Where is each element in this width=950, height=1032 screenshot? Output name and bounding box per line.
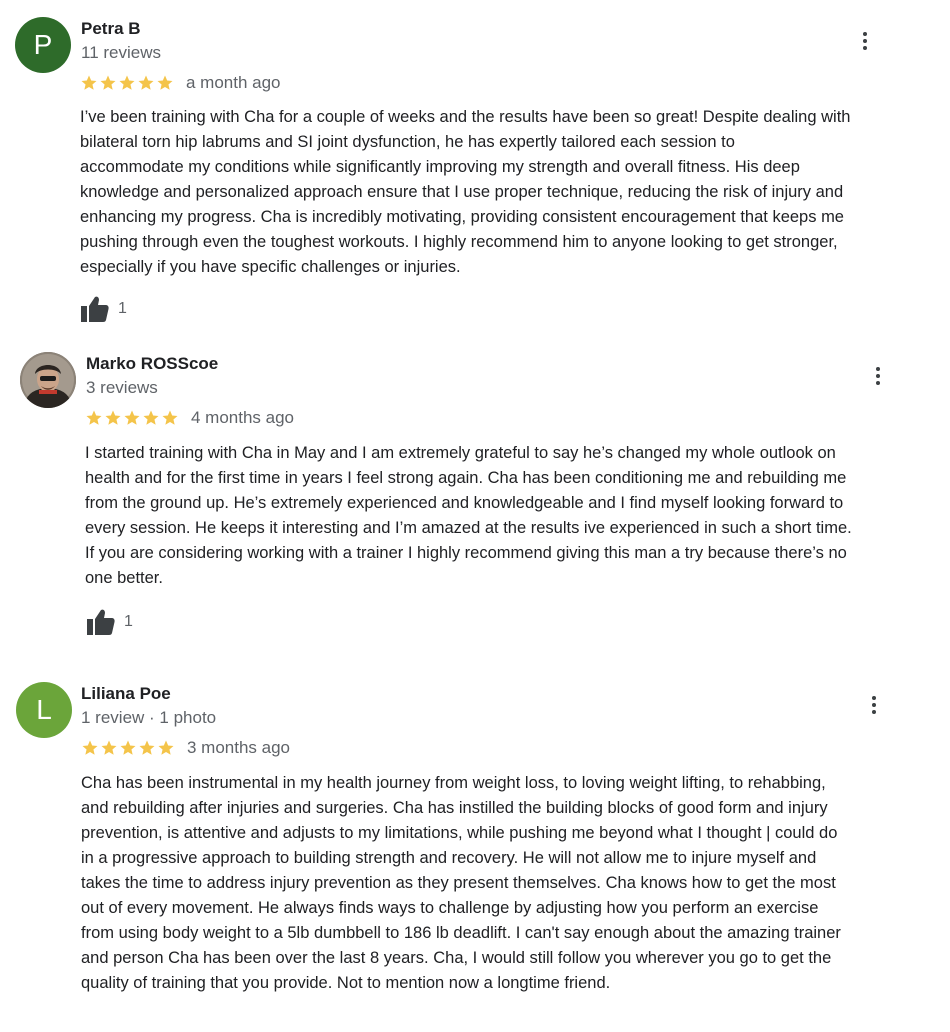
review-time: 3 months ago [187,738,291,757]
star-icon [138,75,154,90]
reviewer-name[interactable]: Marko ROSScoe [86,354,218,374]
reviewer-name[interactable]: Petra B [81,19,141,39]
more-vert-icon [863,32,867,36]
reviewer-meta: 3 reviews [86,378,158,397]
thumb-up-icon [87,609,115,635]
rating-row: 3 months ago [81,737,290,759]
star-icon [143,410,159,425]
review-text: I started training with Cha in May and I… [85,444,852,587]
avatar[interactable] [20,352,76,408]
reviewer-meta: 1 review · 1 photo [81,708,217,727]
star-icon [162,410,178,425]
star-icon [157,75,173,90]
review-text: I’ve been training with Cha for a couple… [80,108,851,276]
rating-row: 4 months ago [85,407,294,429]
review-time: a month ago [186,73,281,92]
like-row: 1 [78,294,127,324]
star-icon [101,740,117,755]
star-icon [105,410,121,425]
rating-row: a month ago [80,72,281,94]
profile-photo-icon [20,352,76,408]
star-icon [124,410,140,425]
star-icon [82,740,98,755]
like-count: 1 [124,613,133,630]
star-rating [81,739,175,757]
more-options-button[interactable] [862,691,886,719]
like-button[interactable] [78,294,110,324]
star-icon [120,740,136,755]
review-time: 4 months ago [191,408,295,427]
like-button[interactable] [84,607,116,637]
star-icon [100,75,116,90]
review-text: Cha has been instrumental in my health j… [81,774,841,992]
star-icon [119,75,135,90]
reviewer-name[interactable]: Liliana Poe [81,684,171,704]
more-options-button[interactable] [866,362,890,390]
more-vert-icon [876,367,880,371]
avatar[interactable]: L [16,682,72,738]
like-row: 1 [84,607,133,637]
star-rating [80,74,174,92]
like-count: 1 [118,300,127,317]
star-rating [85,409,179,427]
star-icon [86,410,102,425]
thumb-up-icon [81,296,109,322]
star-icon [139,740,155,755]
avatar[interactable]: P [15,17,71,73]
star-icon [158,740,174,755]
more-vert-icon [872,696,876,700]
star-icon [81,75,97,90]
more-options-button[interactable] [853,27,877,55]
reviewer-meta: 11 reviews [81,43,161,62]
